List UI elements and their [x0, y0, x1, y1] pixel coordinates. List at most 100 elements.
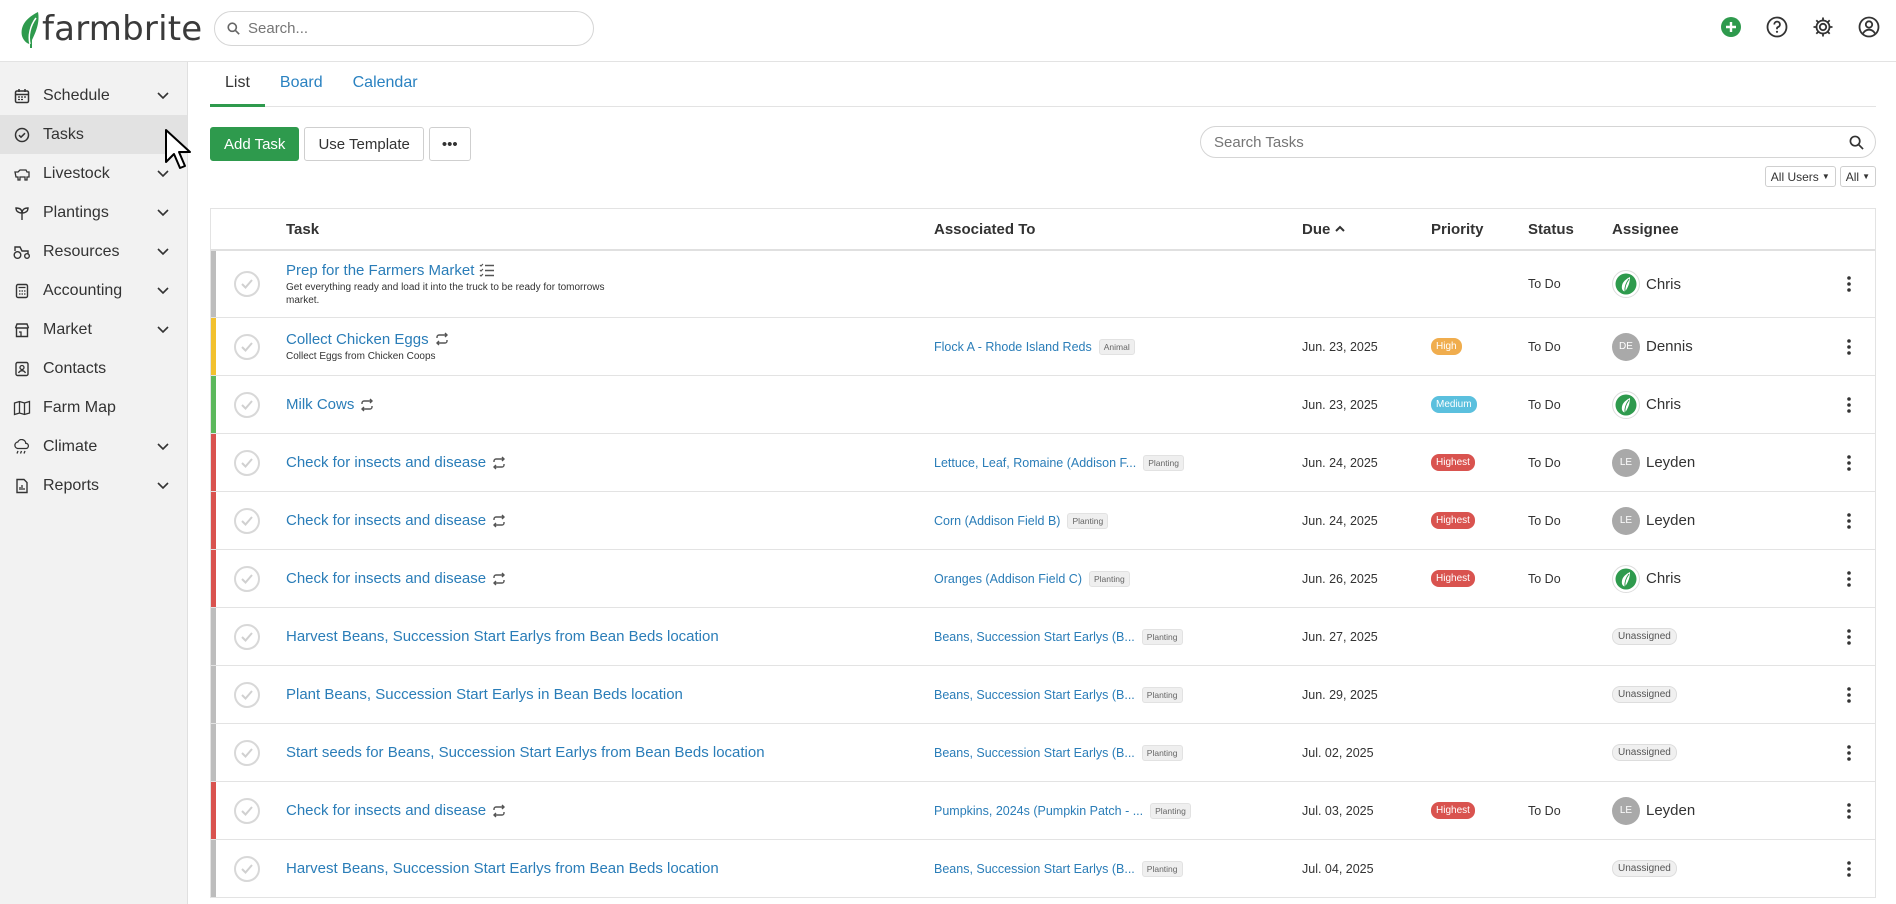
assignee-cell[interactable]: Chris: [1612, 376, 1681, 433]
associated-link[interactable]: Beans, Succession Start Earlys (B...: [934, 688, 1135, 702]
complete-task-checkbox[interactable]: [234, 623, 260, 650]
search-tasks-input[interactable]: [1214, 133, 1837, 151]
row-actions-kebab-icon[interactable]: [1839, 743, 1859, 763]
status-text[interactable]: To Do: [1528, 251, 1561, 317]
task-name-link[interactable]: Check for insects and disease: [286, 454, 926, 471]
column-header-status[interactable]: Status: [1528, 221, 1574, 238]
global-search[interactable]: [214, 11, 594, 46]
table-row[interactable]: Check for insects and disease Oranges (Ad…: [211, 550, 1875, 608]
task-name-link[interactable]: Milk Cows: [286, 396, 926, 413]
user-icon[interactable]: [1856, 14, 1882, 40]
complete-task-checkbox[interactable]: [234, 739, 260, 766]
sidebar-item-plantings[interactable]: Plantings: [0, 193, 187, 232]
status-text[interactable]: To Do: [1528, 318, 1561, 375]
row-actions-kebab-icon[interactable]: [1839, 511, 1859, 531]
users-filter-dropdown[interactable]: All Users ▼: [1764, 166, 1836, 187]
add-task-button[interactable]: Add Task: [210, 127, 300, 161]
search-tasks[interactable]: [1200, 126, 1876, 158]
task-name-link[interactable]: Start seeds for Beans, Succession Start …: [286, 744, 926, 761]
task-name-link[interactable]: Check for insects and disease: [286, 802, 926, 819]
task-name-link[interactable]: Collect Chicken Eggs: [286, 331, 926, 348]
table-row[interactable]: Plant Beans, Succession Start Earlys in …: [211, 666, 1875, 724]
status-text[interactable]: To Do: [1528, 550, 1561, 607]
assignee-cell[interactable]: LE Leyden: [1612, 492, 1695, 549]
table-row[interactable]: Check for insects and disease Lettuce, Le…: [211, 434, 1875, 492]
status-text[interactable]: To Do: [1528, 434, 1561, 491]
table-row[interactable]: Prep for the Farmers Market Get everythin…: [211, 251, 1875, 318]
row-actions-kebab-icon[interactable]: [1839, 395, 1859, 415]
associated-link[interactable]: Corn (Addison Field B): [934, 514, 1060, 528]
task-name-link[interactable]: Harvest Beans, Succession Start Earlys f…: [286, 860, 926, 877]
assignee-cell[interactable]: LE Leyden: [1612, 782, 1695, 839]
row-actions-kebab-icon[interactable]: [1839, 453, 1859, 473]
associated-link[interactable]: Flock A - Rhode Island Reds: [934, 340, 1092, 354]
complete-task-checkbox[interactable]: [234, 797, 260, 824]
complete-task-checkbox[interactable]: [234, 681, 260, 708]
table-row[interactable]: Check for insects and disease Pumpkins, 2…: [211, 782, 1875, 840]
associated-link[interactable]: Oranges (Addison Field C): [934, 572, 1082, 586]
column-header-assignee[interactable]: Assignee: [1612, 221, 1679, 238]
sidebar-item-resources[interactable]: Resources: [0, 232, 187, 271]
row-actions-kebab-icon[interactable]: [1839, 627, 1859, 647]
task-name-link[interactable]: Prep for the Farmers Market: [286, 262, 926, 279]
associated-link[interactable]: Pumpkins, 2024s (Pumpkin Patch - ...: [934, 804, 1143, 818]
sidebar-item-climate[interactable]: Climate: [0, 427, 187, 466]
task-name-link[interactable]: Harvest Beans, Succession Start Earlys f…: [286, 628, 926, 645]
row-actions-kebab-icon[interactable]: [1839, 685, 1859, 705]
complete-task-checkbox[interactable]: [234, 565, 260, 592]
sidebar-item-livestock[interactable]: Livestock: [0, 154, 187, 193]
assignee-cell[interactable]: Chris: [1612, 550, 1681, 607]
associated-link[interactable]: Beans, Succession Start Earlys (B...: [934, 630, 1135, 644]
complete-task-checkbox[interactable]: [234, 391, 260, 418]
gear-icon[interactable]: [1810, 14, 1836, 40]
table-row[interactable]: Harvest Beans, Succession Start Earlys f…: [211, 840, 1875, 898]
column-header-associated[interactable]: Associated To: [934, 221, 1035, 238]
complete-task-checkbox[interactable]: [234, 449, 260, 476]
row-actions-kebab-icon[interactable]: [1839, 569, 1859, 589]
complete-task-checkbox[interactable]: [234, 333, 260, 360]
assignee-cell[interactable]: DE Dennis: [1612, 318, 1693, 375]
associated-link[interactable]: Lettuce, Leaf, Romaine (Addison F...: [934, 456, 1136, 470]
column-header-task[interactable]: Task: [286, 221, 319, 238]
task-name-link[interactable]: Check for insects and disease: [286, 512, 926, 529]
sidebar-item-reports[interactable]: Reports: [0, 466, 187, 505]
table-row[interactable]: Start seeds for Beans, Succession Start …: [211, 724, 1875, 782]
sidebar-item-market[interactable]: Market: [0, 310, 187, 349]
tab-list[interactable]: List: [210, 62, 265, 107]
tab-board[interactable]: Board: [265, 62, 338, 107]
task-name-link[interactable]: Check for insects and disease: [286, 570, 926, 587]
add-circle-icon[interactable]: [1718, 14, 1744, 40]
status-filter-dropdown[interactable]: All ▼: [1839, 166, 1876, 187]
sidebar-item-schedule[interactable]: Schedule: [0, 76, 187, 115]
complete-task-checkbox[interactable]: [234, 855, 260, 882]
row-actions-kebab-icon[interactable]: [1839, 337, 1859, 357]
table-row[interactable]: Check for insects and disease Corn (Addis…: [211, 492, 1875, 550]
associated-link[interactable]: Beans, Succession Start Earlys (B...: [934, 862, 1135, 876]
status-text[interactable]: To Do: [1528, 492, 1561, 549]
column-header-priority[interactable]: Priority: [1431, 221, 1484, 238]
farmbrite-logo[interactable]: farmbrite: [18, 6, 202, 52]
table-row[interactable]: Harvest Beans, Succession Start Earlys f…: [211, 608, 1875, 666]
table-row[interactable]: Collect Chicken Eggs Collect Eggs from Ch…: [211, 318, 1875, 376]
table-row[interactable]: Milk Cows Jun. 23, 2025 Medium To Do Chris: [211, 376, 1875, 434]
sidebar-item-accounting[interactable]: Accounting: [0, 271, 187, 310]
sidebar-item-tasks[interactable]: Tasks: [0, 115, 187, 154]
more-options-button[interactable]: •••: [428, 127, 471, 161]
complete-task-checkbox[interactable]: [234, 507, 260, 534]
assignee-cell[interactable]: Unassigned: [1612, 724, 1677, 781]
associated-link[interactable]: Beans, Succession Start Earlys (B...: [934, 746, 1135, 760]
global-search-input[interactable]: [248, 20, 568, 37]
assignee-cell[interactable]: Unassigned: [1612, 840, 1677, 897]
row-actions-kebab-icon[interactable]: [1839, 801, 1859, 821]
task-name-link[interactable]: Plant Beans, Succession Start Earlys in …: [286, 686, 926, 703]
column-header-due[interactable]: Due: [1302, 221, 1346, 238]
use-template-button[interactable]: Use Template: [304, 127, 424, 161]
row-actions-kebab-icon[interactable]: [1839, 859, 1859, 879]
complete-task-checkbox[interactable]: [234, 271, 260, 297]
assignee-cell[interactable]: LE Leyden: [1612, 434, 1695, 491]
tab-calendar[interactable]: Calendar: [338, 62, 433, 107]
sidebar-item-farm-map[interactable]: Farm Map: [0, 388, 187, 427]
assignee-cell[interactable]: Unassigned: [1612, 608, 1677, 665]
status-text[interactable]: To Do: [1528, 782, 1561, 839]
status-text[interactable]: To Do: [1528, 376, 1561, 433]
